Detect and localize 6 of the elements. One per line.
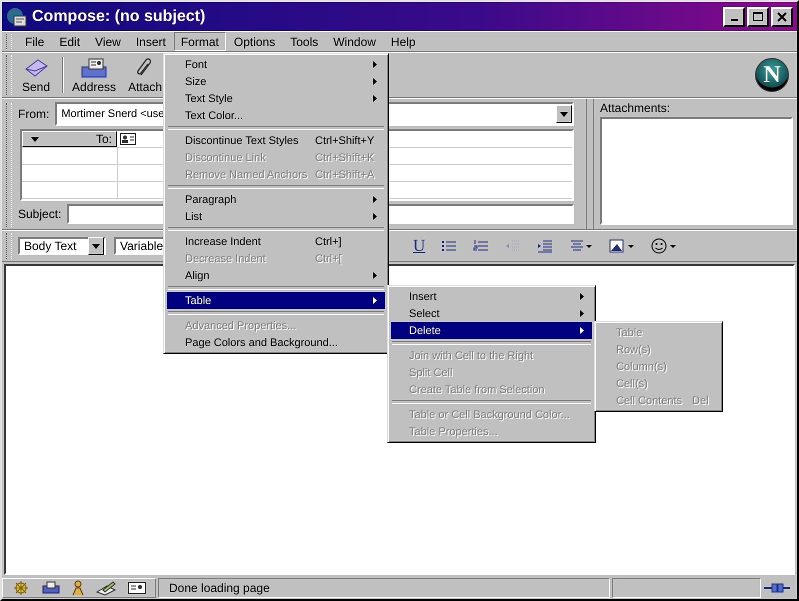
subject-label: Subject: — [18, 207, 62, 221]
attachments-label: Attachments: — [600, 101, 672, 115]
netscape-logo: N — [755, 58, 789, 92]
window-title: Compose: (no subject) — [32, 8, 206, 26]
from-label: From: — [18, 107, 50, 121]
status-text: Done loading page — [158, 578, 610, 598]
